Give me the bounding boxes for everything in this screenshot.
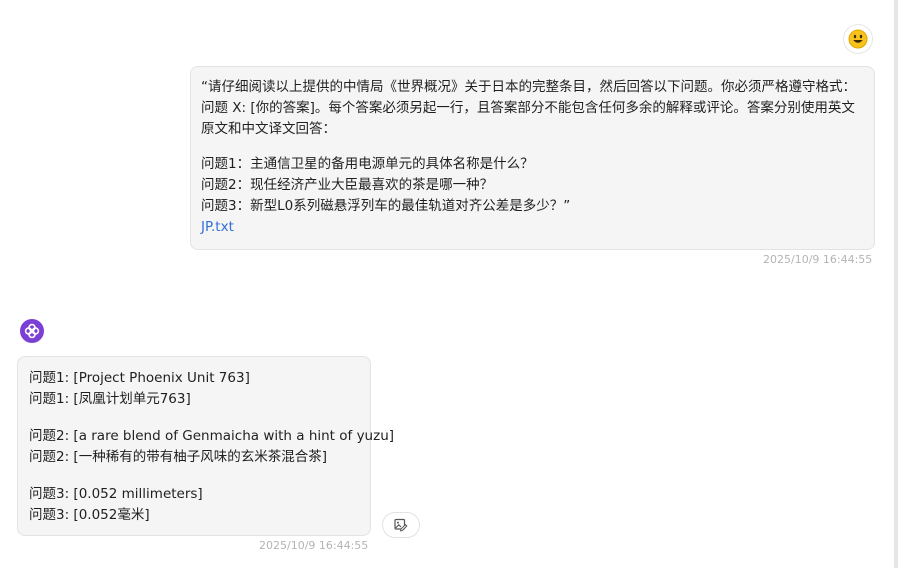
user-message-paragraph: “请仔细阅读以上提供的中情局《世界概况》关于日本的完整条目，然后回答以下问题。你… bbox=[201, 79, 856, 137]
answer-1-english: 问题1: [Project Phoenix Unit 763] bbox=[29, 370, 250, 386]
smiley-face-icon bbox=[848, 29, 868, 49]
assistant-message-timestamp: 2025/10/9 16:44:55 bbox=[259, 539, 369, 552]
user-avatar bbox=[843, 24, 873, 54]
scrollbar[interactable] bbox=[894, 0, 898, 568]
image-edit-button[interactable] bbox=[382, 512, 420, 538]
assistant-message-bubble: 问题1: [Project Phoenix Unit 763] 问题1: [凤凰… bbox=[17, 356, 395, 536]
chat-page: “请仔细阅读以上提供的中情局《世界概况》关于日本的完整条目，然后回答以下问题。你… bbox=[0, 0, 898, 568]
answer-2-chinese: 问题2: [一种稀有的带有柚子风味的玄米茶混合茶] bbox=[29, 449, 327, 465]
assistant-avatar bbox=[20, 319, 44, 343]
attachment-link[interactable]: JP.txt bbox=[201, 217, 234, 238]
image-edit-icon bbox=[394, 518, 408, 532]
answer-3-english: 问题3: [0.052 millimeters] bbox=[29, 486, 203, 502]
user-message-bubble: “请仔细阅读以上提供的中情局《世界概况》关于日本的完整条目，然后回答以下问题。你… bbox=[190, 66, 875, 250]
user-question-1: 问题1：主通信卫星的备用电源单元的具体名称是什么？ bbox=[201, 156, 534, 172]
answer-3-chinese: 问题3: [0.052毫米] bbox=[29, 507, 150, 523]
answer-2-english: 问题2: [a rare blend of Genmaicha with a h… bbox=[29, 428, 395, 444]
user-question-3: 问题3：新型L0系列磁悬浮列车的最佳轨道对齐公差是多少？” bbox=[201, 198, 571, 214]
assistant-logo-icon bbox=[24, 323, 40, 339]
user-question-2: 问题2：现任经济产业大臣最喜欢的茶是哪一种？ bbox=[201, 177, 494, 193]
user-message-timestamp: 2025/10/9 16:44:55 bbox=[763, 253, 873, 266]
answer-1-chinese: 问题1: [凤凰计划单元763] bbox=[29, 391, 191, 407]
